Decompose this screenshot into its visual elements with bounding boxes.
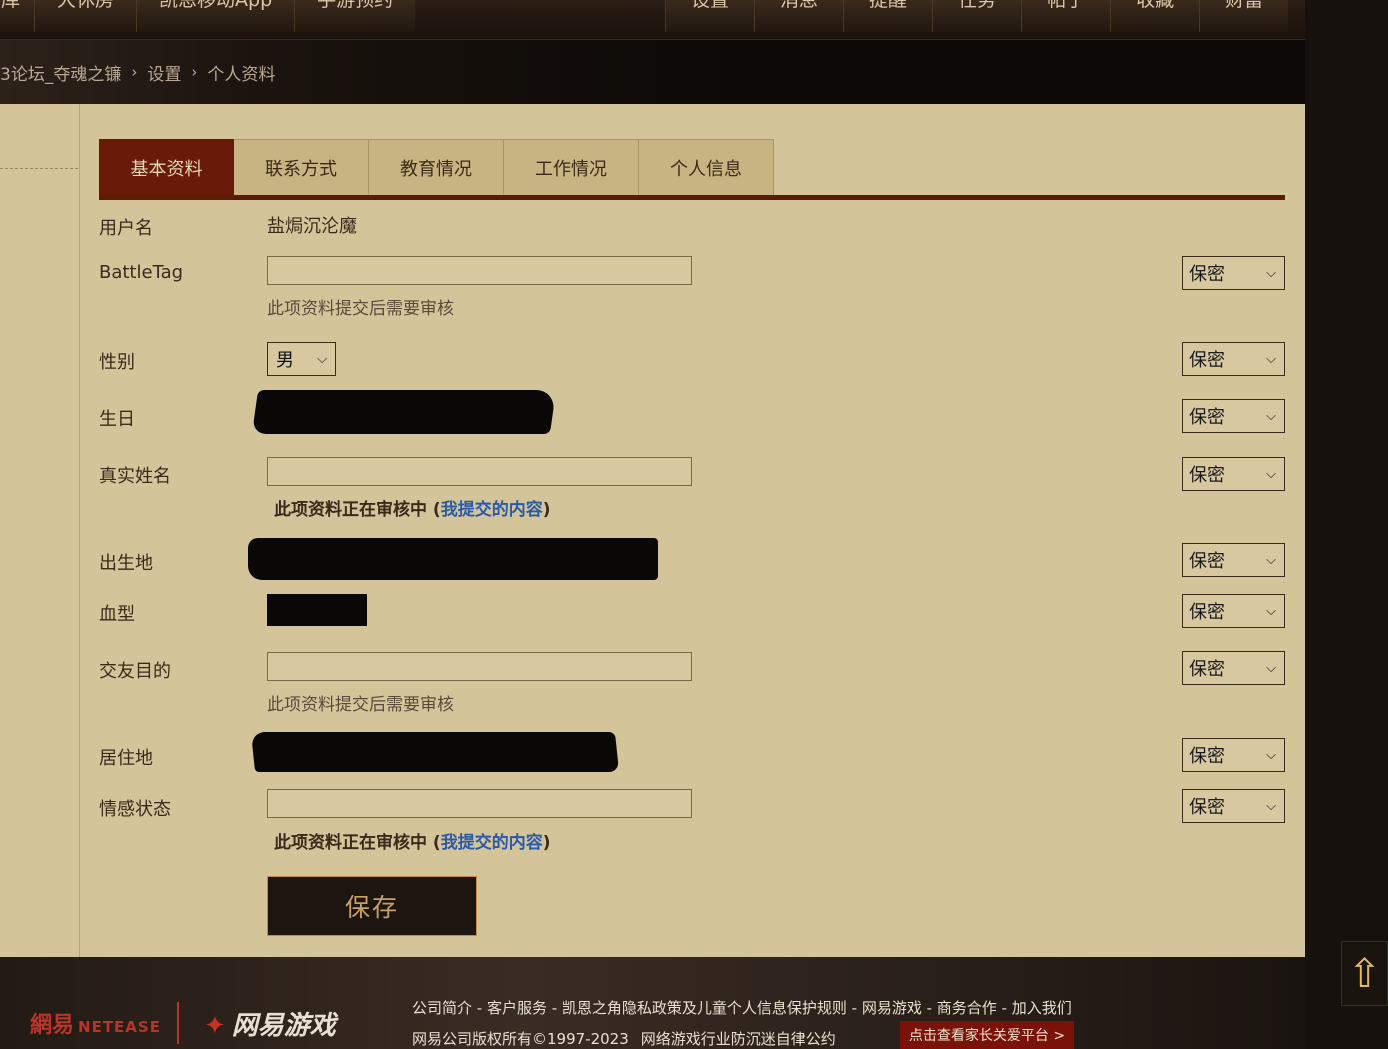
nav-item-posts[interactable]: 帖子 — [1021, 0, 1111, 32]
battletag-input[interactable] — [267, 256, 692, 285]
birthday-privacy-select[interactable]: 保密 ⌵ — [1182, 399, 1285, 433]
logo-divider — [177, 1002, 179, 1044]
bloodtype-privacy-select[interactable]: 保密 ⌵ — [1182, 594, 1285, 628]
back-to-top-button[interactable]: ⇧ — [1341, 941, 1388, 1006]
arrow-up-icon: ⇧ — [1347, 950, 1382, 997]
netease-games-icon: ✦ — [204, 1011, 226, 1041]
birthplace-privacy-select[interactable]: 保密 ⌵ — [1182, 543, 1285, 577]
gender-select[interactable]: 男 ⌵ — [267, 342, 336, 376]
relationship-review-status: 此项资料正在审核中 (我提交的内容) — [274, 833, 551, 853]
chevron-down-icon: ⌵ — [1266, 408, 1276, 424]
breadcrumb-forum[interactable]: 3论坛_夺魂之镰 — [0, 60, 121, 85]
nav-item-messages[interactable]: 消息 — [754, 0, 844, 32]
birthplace-redaction — [248, 538, 658, 580]
right-margin — [1305, 0, 1388, 1049]
chevron-down-icon: ⌵ — [1266, 660, 1276, 676]
top-nav-left: 库 大休房 凯恩移动App 手游预约 — [0, 0, 416, 32]
profile-panel: 基本资料 联系方式 教育情况 工作情况 个人信息 用户名 盐焗沉沦魔 Battl… — [0, 104, 1305, 957]
relationship-label: 情感状态 — [99, 799, 171, 820]
nav-item-app[interactable]: 凯恩移动App — [136, 0, 295, 32]
save-button[interactable]: 保存 — [267, 876, 477, 936]
nav-item-mobile-reserve[interactable]: 手游预约 — [294, 0, 416, 32]
gender-label: 性别 — [99, 352, 135, 373]
chevron-down-icon: ⌵ — [1266, 265, 1276, 281]
relationship-privacy-select[interactable]: 保密 ⌵ — [1182, 789, 1285, 823]
chevron-down-icon: ⌵ — [1266, 798, 1276, 814]
chevron-down-icon: ⌵ — [1266, 351, 1276, 367]
bloodtype-label: 血型 — [99, 604, 135, 625]
battletag-privacy-select[interactable]: 保密 ⌵ — [1182, 256, 1285, 290]
friend-purpose-input[interactable] — [267, 652, 692, 681]
my-submission-link[interactable]: 我提交的内容 — [441, 833, 543, 853]
nav-item-dahuifang[interactable]: 大休房 — [34, 0, 137, 32]
chevron-down-icon: ⌵ — [1266, 552, 1276, 568]
nav-item-ku[interactable]: 库 — [0, 0, 35, 32]
tab-underline — [99, 195, 1285, 200]
nav-item-settings[interactable]: 设置 — [665, 0, 755, 32]
battletag-label: BattleTag — [99, 262, 184, 283]
top-nav-right: 设置 消息 提醒 任务 帖子 收藏 财富 — [665, 0, 1289, 32]
birthday-label: 生日 — [99, 409, 135, 430]
tab-contact[interactable]: 联系方式 — [234, 139, 369, 196]
bloodtype-redaction — [267, 594, 367, 626]
realname-review-status: 此项资料正在审核中 (我提交的内容) — [274, 500, 551, 520]
realname-input[interactable] — [267, 457, 692, 486]
footer: 網易 NETEASE ✦ 网易游戏 公司简介 - 客户服务 - 凯恩之角隐私政策及儿… — [0, 957, 1305, 1049]
relationship-input[interactable] — [267, 789, 692, 818]
birthplace-label: 出生地 — [99, 553, 153, 574]
anti-addiction-link[interactable]: 网络游戏行业防沉迷自律公约 — [641, 1030, 836, 1048]
username-value: 盐焗沉沦魔 — [267, 216, 357, 237]
realname-privacy-select[interactable]: 保密 ⌵ — [1182, 457, 1285, 491]
chevron-down-icon: ⌵ — [1266, 466, 1276, 482]
footer-copyright: 网易公司版权所有©1997-2023 网络游戏行业防沉迷自律公约 — [412, 1030, 836, 1048]
tab-education[interactable]: 教育情况 — [369, 139, 504, 196]
nav-item-wealth[interactable]: 财富 — [1199, 0, 1289, 32]
friend-purpose-label: 交友目的 — [99, 661, 171, 682]
left-sidebar — [0, 104, 80, 957]
breadcrumb-profile: 个人资料 — [207, 64, 276, 85]
gender-privacy-select[interactable]: 保密 ⌵ — [1182, 342, 1285, 376]
breadcrumb: 3论坛_夺魂之镰 › 设置 › 个人资料 — [0, 40, 1305, 104]
chevron-down-icon: ⌵ — [317, 351, 327, 367]
breadcrumb-settings[interactable]: 设置 — [147, 60, 181, 85]
residence-label: 居住地 — [99, 748, 153, 769]
top-nav: 库 大休房 凯恩移动App 手游预约 设置 消息 提醒 任务 帖子 收藏 财富 — [0, 0, 1305, 40]
residence-redaction — [250, 732, 620, 772]
breadcrumb-separator: › — [191, 63, 198, 81]
nav-item-tasks[interactable]: 任务 — [932, 0, 1022, 32]
netease-logo[interactable]: 網易 NETEASE — [30, 1007, 161, 1039]
battletag-hint: 此项资料提交后需要审核 — [267, 299, 454, 319]
chevron-down-icon: ⌵ — [1266, 603, 1276, 619]
tab-work[interactable]: 工作情况 — [504, 139, 639, 196]
footer-links[interactable]: 公司简介 - 客户服务 - 凯恩之角隐私政策及儿童个人信息保护规则 - 网易游戏… — [412, 997, 1072, 1018]
nav-item-reminders[interactable]: 提醒 — [843, 0, 933, 32]
tab-basic-info[interactable]: 基本资料 — [99, 139, 234, 196]
tab-personal[interactable]: 个人信息 — [639, 139, 774, 196]
residence-privacy-select[interactable]: 保密 ⌵ — [1182, 738, 1285, 772]
my-submission-link[interactable]: 我提交的内容 — [441, 500, 543, 520]
netease-games-logo[interactable]: ✦ 网易游戏 — [204, 1005, 336, 1042]
friend-purpose-hint: 此项资料提交后需要审核 — [267, 695, 454, 715]
birthday-redaction — [251, 390, 557, 434]
realname-label: 真实姓名 — [99, 466, 171, 487]
friend-purpose-privacy-select[interactable]: 保密 ⌵ — [1182, 651, 1285, 685]
chevron-down-icon: ⌵ — [1266, 747, 1276, 763]
nav-item-favorites[interactable]: 收藏 — [1110, 0, 1200, 32]
profile-tabs: 基本资料 联系方式 教育情况 工作情况 个人信息 — [99, 139, 774, 196]
breadcrumb-separator: › — [131, 63, 138, 81]
sidebar-divider — [0, 168, 78, 169]
username-label: 用户名 — [99, 218, 153, 239]
parent-care-button[interactable]: 点击查看家长关爱平台 > — [900, 1021, 1074, 1049]
